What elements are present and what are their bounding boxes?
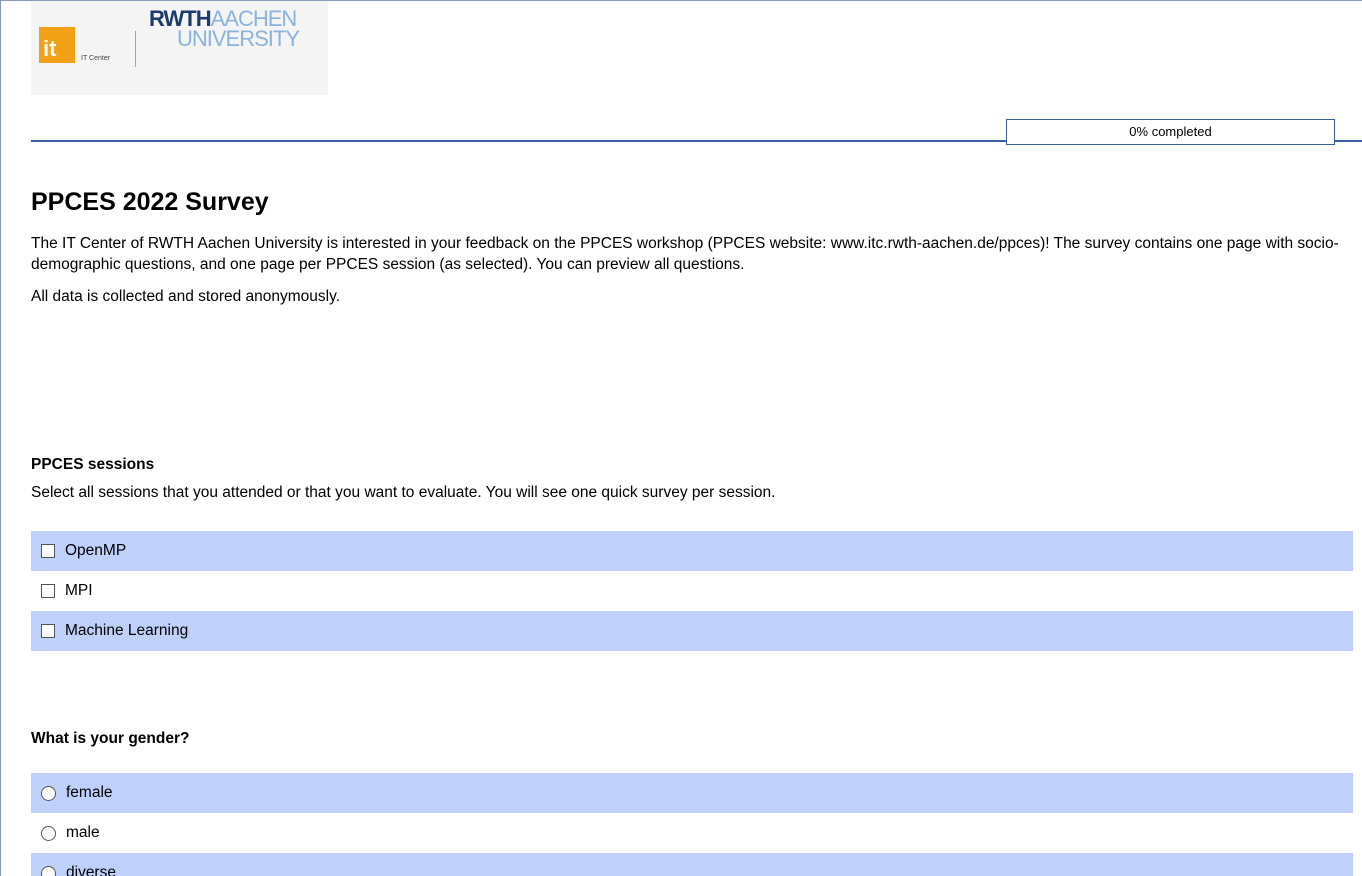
- progress-bar: 0% completed: [1006, 119, 1335, 145]
- logo-divider: [135, 31, 136, 67]
- session-option-mpi[interactable]: MPI: [31, 571, 1353, 611]
- sessions-question-description: Select all sessions that you attended or…: [31, 484, 776, 501]
- sessions-question-title: PPCES sessions: [31, 456, 155, 473]
- diverse-radio[interactable]: [41, 865, 56, 876]
- progress-text: 0% completed: [1129, 124, 1212, 139]
- it-logo-text: it: [43, 36, 57, 61]
- option-label: Machine Learning: [65, 622, 189, 639]
- gender-option-diverse[interactable]: diverse: [31, 853, 1353, 876]
- option-label: OpenMP: [65, 542, 127, 559]
- session-option-openmp[interactable]: OpenMP: [31, 531, 1353, 571]
- option-label: male: [66, 824, 100, 841]
- gender-options: female male diverse: [31, 773, 1353, 876]
- intro-text: The IT Center of RWTH Aachen University …: [31, 235, 1339, 273]
- male-radio[interactable]: [41, 825, 56, 841]
- option-label: diverse: [66, 864, 116, 876]
- openmp-checkbox[interactable]: [41, 544, 55, 558]
- privacy-note: All data is collected and stored anonymo…: [31, 288, 341, 305]
- female-radio[interactable]: [41, 785, 56, 801]
- survey-page: it IT Center RWTHAACHEN UNIVERSITY 0% co…: [0, 0, 1362, 876]
- page-title: PPCES 2022 Survey: [31, 188, 269, 216]
- machine-learning-checkbox[interactable]: [41, 624, 55, 638]
- option-label: female: [66, 784, 113, 801]
- gender-option-female[interactable]: female: [31, 773, 1353, 813]
- option-label: MPI: [65, 582, 93, 599]
- survey-content: PPCES 2022 Survey The IT Center of RWTH …: [31, 187, 1353, 876]
- session-option-machine-learning[interactable]: Machine Learning: [31, 611, 1353, 651]
- mpi-checkbox[interactable]: [41, 584, 55, 598]
- university-wordmark: UNIVERSITY: [177, 26, 300, 51]
- it-center-label: IT Center: [81, 55, 111, 62]
- gender-question-title: What is your gender?: [31, 730, 190, 747]
- gender-option-male[interactable]: male: [31, 813, 1353, 853]
- sessions-options: OpenMP MPI Machine Learning: [31, 531, 1353, 651]
- institution-logo: it IT Center RWTHAACHEN UNIVERSITY: [31, 1, 328, 95]
